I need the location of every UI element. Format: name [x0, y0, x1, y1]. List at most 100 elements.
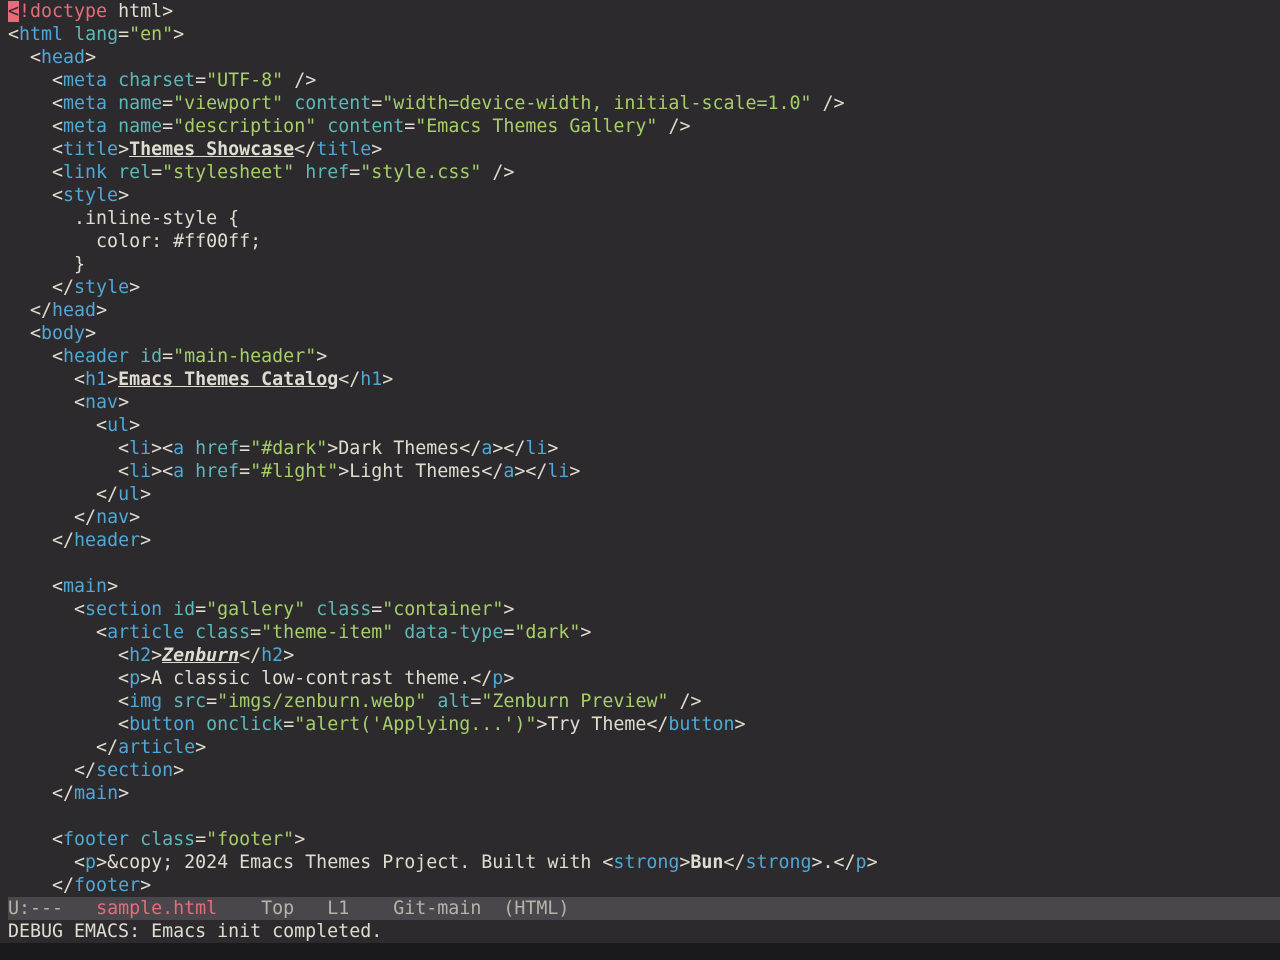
- code-token: <: [8, 852, 86, 873]
- code-line[interactable]: <meta charset="UTF-8" />: [8, 69, 1280, 92]
- code-token: >Try Theme</: [536, 714, 669, 735]
- code-token: a: [173, 438, 185, 459]
- code-token: section: [85, 599, 163, 620]
- code-line[interactable]: </article>: [8, 736, 1280, 759]
- code-token: p: [492, 668, 504, 689]
- code-line[interactable]: [8, 552, 1280, 575]
- code-line[interactable]: <body>: [8, 322, 1280, 345]
- code-line[interactable]: <nav>: [8, 391, 1280, 414]
- code-token: </: [8, 530, 75, 551]
- code-token: title: [316, 139, 372, 160]
- code-line[interactable]: <p>A classic low-contrast theme.</p>: [8, 667, 1280, 690]
- code-token: >: [85, 323, 97, 344]
- code-line[interactable]: color: #ff00ff;: [8, 230, 1280, 253]
- code-line[interactable]: </head>: [8, 299, 1280, 322]
- code-token: data-type: [404, 622, 504, 643]
- code-line[interactable]: [8, 805, 1280, 828]
- code-token: class: [316, 599, 372, 620]
- minibuffer-message: DEBUG EMACS: Emacs init completed.: [8, 921, 383, 942]
- code-token: "alert('Applying...')": [294, 714, 537, 735]
- code-line[interactable]: </main>: [8, 782, 1280, 805]
- code-token: >: [294, 829, 306, 850]
- minibuffer[interactable]: DEBUG EMACS: Emacs init completed.: [8, 920, 1280, 943]
- code-line[interactable]: <title>Themes Showcase</title>: [8, 138, 1280, 161]
- modeline-position: Top: [261, 898, 295, 919]
- code-line[interactable]: <ul>: [8, 414, 1280, 437]
- code-token: >: [547, 438, 559, 459]
- code-token: =: [371, 599, 383, 620]
- code-line[interactable]: </header>: [8, 529, 1280, 552]
- code-line[interactable]: <p>&copy; 2024 Emacs Themes Project. Bui…: [8, 851, 1280, 874]
- code-line[interactable]: .inline-style {: [8, 207, 1280, 230]
- code-line[interactable]: <section id="gallery" class="container">: [8, 598, 1280, 621]
- code-line[interactable]: </footer>: [8, 874, 1280, 897]
- code-line[interactable]: <h1>Emacs Themes Catalog</h1>: [8, 368, 1280, 391]
- code-token: =: [404, 116, 416, 137]
- code-token: =: [195, 829, 207, 850]
- code-line[interactable]: <img src="imgs/zenburn.webp" alt="Zenbur…: [8, 690, 1280, 713]
- modeline-vc-branch[interactable]: Git-main: [393, 898, 481, 919]
- code-line[interactable]: </section>: [8, 759, 1280, 782]
- code-token: >: [316, 346, 328, 367]
- code-token: </: [8, 760, 97, 781]
- code-line[interactable]: <link rel="stylesheet" href="style.css" …: [8, 161, 1280, 184]
- code-line[interactable]: <main>: [8, 575, 1280, 598]
- code-line[interactable]: <li><a href="#dark">Dark Themes</a></li>: [8, 437, 1280, 460]
- code-token: footer: [63, 829, 130, 850]
- code-line[interactable]: <meta name="description" content="Emacs …: [8, 115, 1280, 138]
- code-line[interactable]: <head>: [8, 46, 1280, 69]
- code-line[interactable]: <footer class="footer">: [8, 828, 1280, 851]
- code-line[interactable]: <li><a href="#light">Light Themes</a></l…: [8, 460, 1280, 483]
- code-line[interactable]: </nav>: [8, 506, 1280, 529]
- code-token: <: [8, 323, 42, 344]
- code-token: Themes Showcase: [129, 139, 295, 160]
- code-token: "UTF-8": [206, 70, 284, 91]
- code-line[interactable]: <style>: [8, 184, 1280, 207]
- code-token: name: [118, 116, 163, 137]
- code-token: li: [525, 438, 548, 459]
- code-token: =: [371, 93, 383, 114]
- code-line[interactable]: <html lang="en">: [8, 23, 1280, 46]
- code-line[interactable]: <h2>Zenburn</h2>: [8, 644, 1280, 667]
- code-line[interactable]: </style>: [8, 276, 1280, 299]
- code-token: "viewport": [173, 93, 284, 114]
- code-line[interactable]: }: [8, 253, 1280, 276]
- code-token: meta: [63, 70, 108, 91]
- code-token: "gallery": [206, 599, 306, 620]
- code-token: li: [129, 461, 152, 482]
- code-token: ul: [118, 484, 141, 505]
- code-token: <: [8, 346, 64, 367]
- code-token: >: [129, 277, 141, 298]
- code-token: >: [503, 599, 515, 620]
- code-line[interactable]: </ul>: [8, 483, 1280, 506]
- code-token: "#dark": [250, 438, 328, 459]
- code-token: <: [8, 576, 64, 597]
- code-line[interactable]: <article class="theme-item" data-type="d…: [8, 621, 1280, 644]
- code-token: >: [283, 645, 295, 666]
- code-token: >: [85, 47, 97, 68]
- code-token: content: [327, 116, 405, 137]
- editor-buffer[interactable]: <!doctype html> <html lang="en"> <head> <…: [8, 0, 1280, 897]
- code-token: >Dark Themes</: [327, 438, 482, 459]
- code-token: onclick: [206, 714, 284, 735]
- code-line[interactable]: <button onclick="alert('Applying...')">T…: [8, 713, 1280, 736]
- code-line[interactable]: <header id="main-header">: [8, 345, 1280, 368]
- code-token: <: [8, 714, 130, 735]
- code-token: >: [679, 852, 691, 873]
- code-token: >: [129, 415, 141, 436]
- code-line[interactable]: <!doctype html>: [8, 0, 1280, 23]
- code-token: =: [162, 93, 174, 114]
- code-token: p: [129, 668, 141, 689]
- code-token: "Zenburn Preview": [481, 691, 669, 712]
- code-token: section: [96, 760, 174, 781]
- code-line[interactable]: <meta name="viewport" content="width=dev…: [8, 92, 1280, 115]
- code-token: <: [8, 415, 108, 436]
- code-token: =: [195, 599, 207, 620]
- code-token: a: [481, 438, 493, 459]
- modeline-major-mode[interactable]: (HTML): [503, 898, 569, 919]
- modeline-filename[interactable]: sample.html: [96, 898, 217, 919]
